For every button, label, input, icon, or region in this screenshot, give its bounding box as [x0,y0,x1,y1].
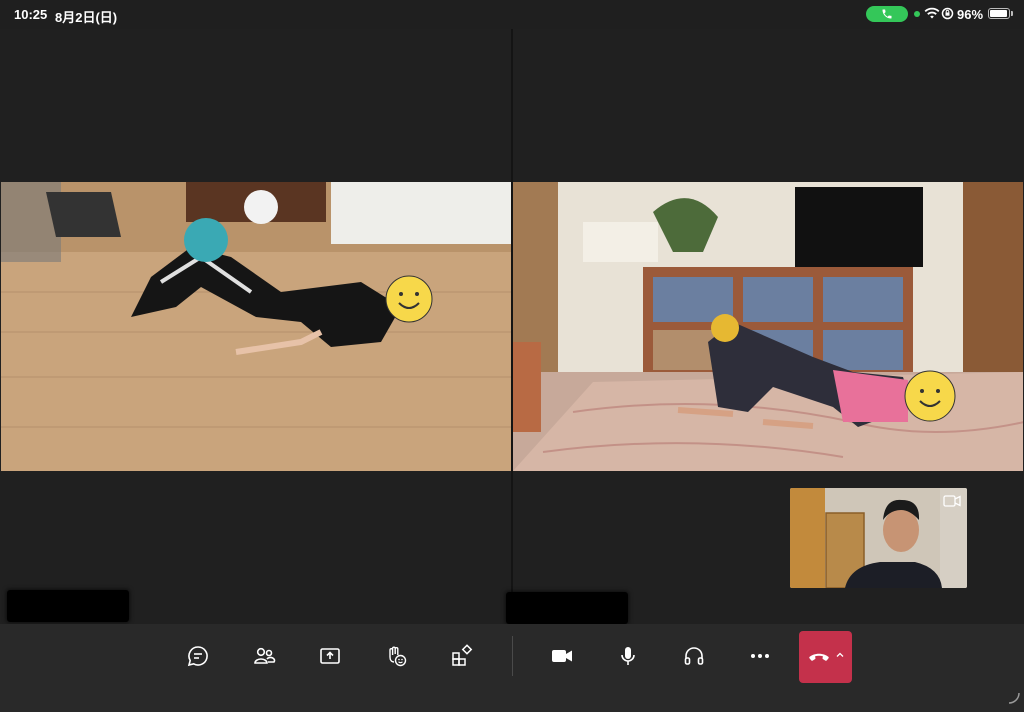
more-icon [751,654,769,658]
chat-button[interactable] [173,624,223,688]
video-frame-left [1,182,511,471]
participant-name-tag-left [7,590,129,622]
phone-icon [882,9,892,19]
reactions-button[interactable] [371,624,421,688]
toolbar-separator [512,636,513,676]
people-button[interactable] [239,624,289,688]
camera-switch-icon[interactable] [943,494,961,508]
raise-hand-react-icon [389,646,407,667]
more-button[interactable] [735,624,785,688]
participant-video-left [1,182,511,471]
video-frame-right [513,182,1023,471]
camera-toggle-button[interactable] [537,624,587,688]
headphones-icon [684,647,704,665]
status-date: 8月2日(日) [55,10,118,25]
people-icon [254,647,276,664]
meeting-toolbar [0,624,1024,712]
apps-button[interactable] [437,624,487,688]
chevron-up-icon[interactable] [836,651,844,659]
status-bar: 10:25 8月2日(日) 96% [0,0,1024,28]
battery-percent: 96% [957,7,984,22]
share-screen-button[interactable] [305,624,355,688]
microphone-icon [621,647,635,665]
rotation-lock-icon [941,7,954,20]
participant-video-right [513,182,1023,471]
status-time: 10:25 [14,7,48,22]
microphone-toggle-button[interactable] [603,624,653,688]
camera-in-use-dot [914,11,920,17]
battery-icon [988,8,1010,19]
active-call-indicator[interactable] [866,6,908,22]
chat-icon [187,646,208,667]
share-screen-icon [320,648,340,664]
participant-name-tag-right [506,592,628,624]
apps-icon [452,644,473,666]
resize-corner-icon [1008,692,1020,704]
self-video [790,488,967,588]
participant-tile-left[interactable] [0,29,511,624]
self-view[interactable] [790,488,967,588]
hang-up-icon [808,653,829,661]
video-camera-icon [552,650,572,662]
leave-call-button[interactable] [799,631,852,683]
wifi-icon [924,7,940,19]
audio-device-button[interactable] [669,624,719,688]
